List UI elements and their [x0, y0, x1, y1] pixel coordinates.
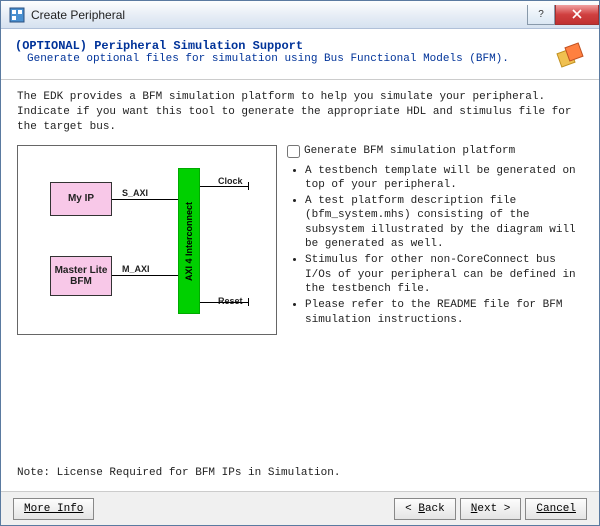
list-item: A test platform description file (bfm_sy… [305, 194, 583, 251]
diagram-maxi-label: M_AXI [122, 264, 150, 274]
header-text-block: (OPTIONAL) Peripheral Simulation Support… [15, 39, 545, 65]
close-icon [572, 9, 582, 19]
more-info-button[interactable]: More Info [13, 498, 94, 520]
bfm-diagram: My IP Master Lite BFM AXI 4 Interconnect… [17, 145, 277, 335]
page-subtitle: Generate optional files for simulation u… [27, 53, 545, 65]
intro-text: The EDK provides a BFM simulation platfo… [17, 90, 583, 135]
wizard-header: (OPTIONAL) Peripheral Simulation Support… [1, 29, 599, 80]
diagram-line [200, 186, 248, 187]
close-button[interactable] [555, 5, 599, 25]
help-button[interactable]: ? [527, 5, 555, 25]
page-title: (OPTIONAL) Peripheral Simulation Support [15, 39, 545, 53]
titlebar[interactable]: Create Peripheral ? [1, 1, 599, 29]
diagram-line [112, 199, 178, 200]
list-item: A testbench template will be generated o… [305, 164, 583, 193]
diagram-master-box: Master Lite BFM [50, 256, 112, 296]
options-column: Generate BFM simulation platform A testb… [287, 145, 583, 335]
license-note: Note: License Required for BFM IPs in Si… [17, 459, 583, 485]
diagram-reset-label: Reset [218, 296, 243, 306]
generate-bfm-label: Generate BFM simulation platform [304, 145, 515, 157]
diagram-line [200, 302, 248, 303]
diagram-saxi-label: S_AXI [122, 188, 148, 198]
diagram-line [112, 275, 178, 276]
app-icon [9, 7, 25, 23]
list-item: Stimulus for other non-CoreConnect bus I… [305, 253, 583, 296]
peripheral-icon [553, 39, 585, 71]
wizard-body: The EDK provides a BFM simulation platfo… [1, 80, 599, 491]
diagram-myip-box: My IP [50, 182, 112, 216]
feature-list: A testbench template will be generated o… [287, 164, 583, 327]
back-button[interactable]: < Back [394, 498, 456, 520]
diagram-line [248, 182, 249, 190]
next-button[interactable]: Next > [460, 498, 522, 520]
cancel-button[interactable]: Cancel [525, 498, 587, 520]
list-item: Please refer to the README file for BFM … [305, 298, 583, 327]
generate-bfm-input[interactable] [287, 145, 300, 158]
content-row: My IP Master Lite BFM AXI 4 Interconnect… [17, 145, 583, 335]
wizard-footer: More Info < Back Next > Cancel [1, 491, 599, 525]
window-title: Create Peripheral [31, 8, 527, 22]
diagram-line [248, 298, 249, 306]
dialog-window: Create Peripheral ? (OPTIONAL) Periphera… [0, 0, 600, 526]
window-controls: ? [527, 5, 599, 25]
diagram-interconnect-box: AXI 4 Interconnect [178, 168, 200, 314]
diagram-clock-label: Clock [218, 176, 243, 186]
generate-bfm-checkbox[interactable]: Generate BFM simulation platform [287, 145, 583, 158]
